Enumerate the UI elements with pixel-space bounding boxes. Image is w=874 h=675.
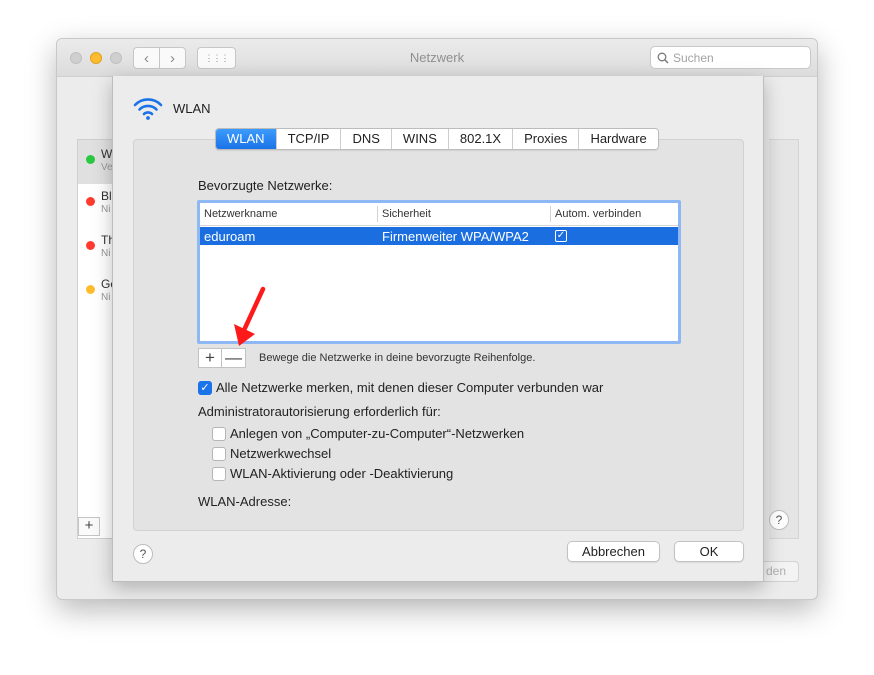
column-divider [377, 206, 378, 222]
background-help-button[interactable]: ? [769, 510, 789, 530]
wlan-toggle-label[interactable]: WLAN-Aktivierung oder -Deaktivierung [230, 466, 453, 481]
search-field[interactable]: Suchen [650, 46, 811, 69]
search-icon [657, 52, 669, 64]
wlan-settings-sheet: WLAN WLAN TCP/IP DNS WINS 802.1X Proxies… [112, 76, 764, 582]
sidebar-item-label: Bl [101, 189, 112, 203]
network-change-label[interactable]: Netzwerkwechsel [230, 446, 331, 461]
network-change-checkbox[interactable] [212, 447, 226, 461]
tab-bar: WLAN TCP/IP DNS WINS 802.1X Proxies Hard… [215, 128, 659, 150]
sidebar-item-status: Ni [101, 204, 111, 215]
computer-to-computer-label[interactable]: Anlegen von „Computer-zu-Computer“-Netzw… [230, 426, 524, 441]
title-bar: ‹ › ⋮⋮⋮ Netzwerk Suchen [57, 39, 817, 77]
sidebar-item-status: Ni [101, 292, 111, 303]
remove-network-button[interactable]: — [221, 348, 246, 368]
tab-8021x[interactable]: 802.1X [447, 129, 513, 149]
tab-wins[interactable]: WINS [390, 129, 448, 149]
computer-to-computer-checkbox[interactable] [212, 427, 226, 441]
column-header-security[interactable]: Sicherheit [382, 208, 431, 220]
tab-wlan[interactable]: WLAN [216, 129, 276, 149]
tab-dns[interactable]: DNS [340, 129, 391, 149]
preferred-networks-label: Bevorzugte Netzwerke: [198, 178, 333, 193]
reorder-hint: Bewege die Netzwerke in deine bevorzugte… [259, 352, 536, 364]
ok-button[interactable]: OK [674, 541, 744, 562]
status-dot [86, 285, 95, 294]
add-service-button[interactable]: + [78, 517, 100, 536]
cancel-button[interactable]: Abbrechen [567, 541, 660, 562]
remember-networks-label[interactable]: Alle Netzwerke merken, mit denen dieser … [216, 380, 603, 395]
help-button[interactable]: ? [133, 544, 153, 564]
sidebar-item-label: W [101, 147, 113, 161]
admin-auth-label: Administratorautorisierung erforderlich … [198, 404, 441, 419]
background-panel [769, 139, 799, 539]
table-header: Netzwerkname Sicherheit Autom. verbinden [200, 203, 678, 226]
wifi-icon [133, 98, 163, 120]
wlan-address-label: WLAN-Adresse: [198, 494, 292, 509]
status-dot [86, 155, 95, 164]
sheet-title: WLAN [173, 101, 211, 116]
sidebar-item-status: Ve [101, 162, 113, 173]
tab-tcpip[interactable]: TCP/IP [275, 129, 341, 149]
column-divider [550, 206, 551, 222]
sidebar-item-status: Ni [101, 248, 111, 259]
tab-hardware[interactable]: Hardware [578, 129, 658, 149]
column-header-name[interactable]: Netzwerkname [204, 208, 277, 220]
status-dot [86, 241, 95, 250]
security-cell: Firmenweiter WPA/WPA2 [382, 229, 529, 244]
wlan-toggle-checkbox[interactable] [212, 467, 226, 481]
network-name-cell: eduroam [204, 229, 256, 244]
add-network-button[interactable]: + [198, 348, 222, 368]
column-header-auto-connect[interactable]: Autom. verbinden [555, 208, 641, 220]
status-dot [86, 197, 95, 206]
remember-networks-checkbox[interactable]: ✓ [198, 381, 212, 395]
table-row[interactable]: eduroam Firmenweiter WPA/WPA2 ✓ [200, 227, 678, 245]
auto-connect-checkbox[interactable]: ✓ [555, 230, 567, 242]
annotation-arrow-icon [234, 286, 266, 346]
tab-proxies[interactable]: Proxies [512, 129, 579, 149]
search-placeholder: Suchen [673, 51, 714, 65]
